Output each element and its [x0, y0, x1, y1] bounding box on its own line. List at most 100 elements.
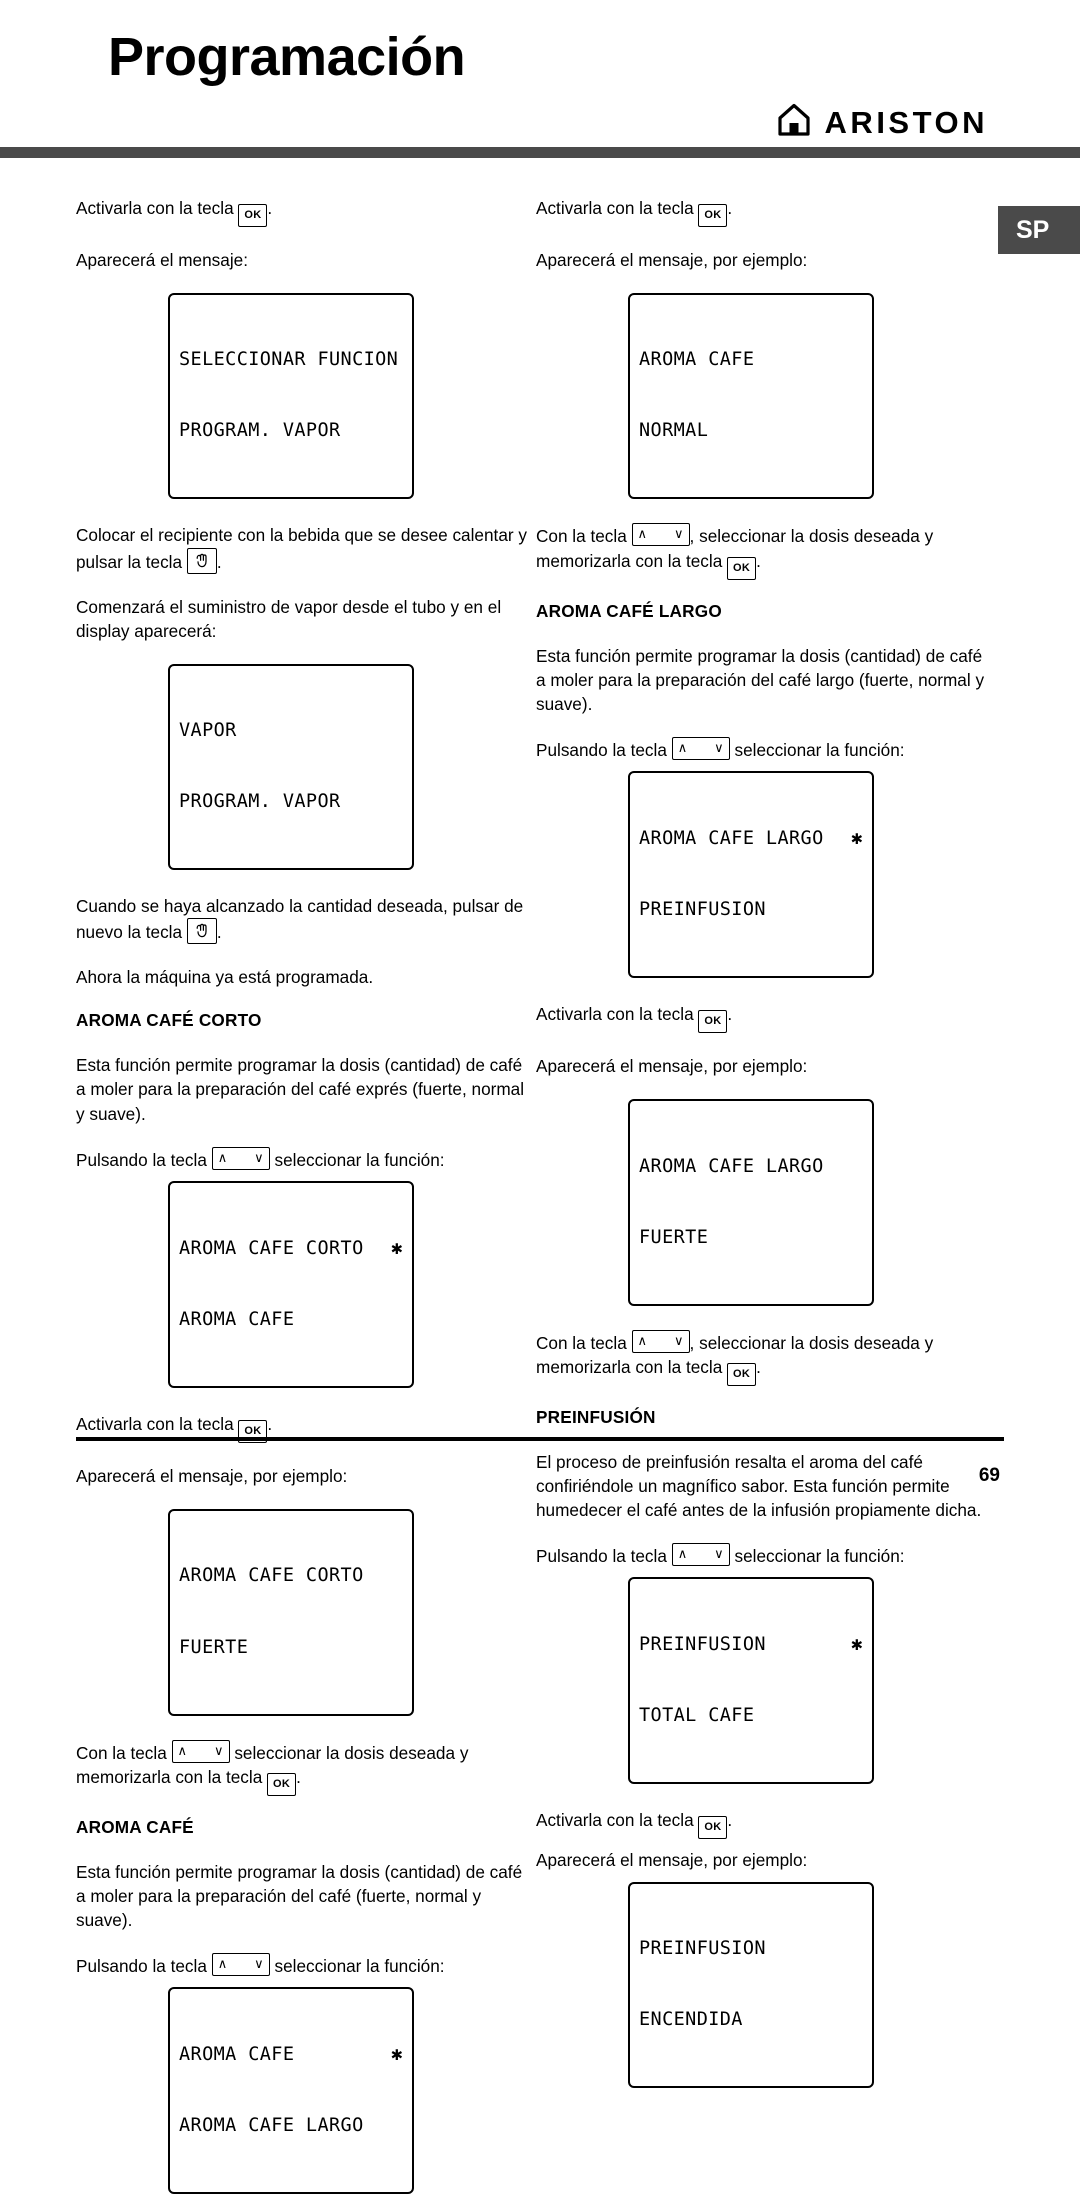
ok-key-label: OK	[704, 1015, 722, 1028]
period: .	[267, 1414, 273, 1435]
ok-key-icon[interactable]: OK	[727, 556, 757, 580]
chevron-down-icon: ∨	[254, 1955, 264, 1971]
period: .	[727, 198, 733, 218]
paragraph-maquina-programada: Ahora la máquina ya está programada.	[76, 967, 374, 988]
paragraph-activate-3: Activarla con la tecla OK.	[536, 196, 996, 227]
lcd-display-aroma-cafe-corto-select: AROMA CAFE CORTO ✱ AROMA CAFE	[168, 1180, 414, 1389]
lcd-line-1: AROMA CAFE CORTO	[179, 1565, 364, 1587]
period: .	[727, 1810, 733, 1831]
lcd-line-1: PREINFUSION	[639, 1634, 766, 1656]
paragraph-suministro-vapor: Comenzará el suministro de vapor desde e…	[76, 596, 502, 641]
chevron-up-icon: ∧	[217, 1149, 228, 1165]
paragraph-cantidad-deseada: Cuando se haya alcanzado la cantidad des…	[76, 894, 536, 945]
paragraph-message-5: Aparecerá el mensaje, por ejemplo:	[536, 1850, 808, 1871]
lcd-display-aroma-cafe-largo-fuerte: AROMA CAFE LARGO FUERTE	[628, 1099, 874, 1306]
paragraph-text: seleccionar la función:	[734, 739, 905, 760]
chevron-up-icon: ∧	[177, 1742, 188, 1758]
paragraph-con-la-tecla-3: Con la tecla ∧ ∨, seleccionar la dosis de…	[536, 1329, 996, 1386]
left-column: Activarla con la tecla OK. Aparecerá el …	[76, 196, 536, 2194]
lcd-line-1: PREINFUSION	[639, 1937, 766, 1959]
paragraph-text: Pulsando la tecla	[76, 1149, 207, 1170]
paragraph-text: Activarla con la tecla	[76, 1414, 234, 1435]
right-column: Activarla con la tecla OK. Aparecerá el …	[536, 196, 996, 2194]
lcd-line-2: PREINFUSION	[639, 899, 766, 921]
section-heading-preinfusion: PREINFUSIÓN	[536, 1406, 656, 1427]
lcd-line-1: AROMA CAFE	[639, 349, 755, 371]
chevron-up-icon: ∧	[637, 1332, 648, 1348]
chevron-down-icon: ∨	[674, 526, 684, 542]
lcd-display-aroma-cafe-corto-fuerte: AROMA CAFE CORTO FUERTE	[168, 1509, 414, 1716]
lcd-line-2: PROGRAM. VAPOR	[179, 420, 341, 442]
lcd-line-2: NORMAL	[639, 420, 709, 442]
ok-key-icon[interactable]: OK	[698, 1010, 728, 1034]
lcd-line-1: VAPOR	[179, 720, 237, 742]
paragraph-message-4: Aparecerá el mensaje, por ejemplo:	[536, 1056, 808, 1077]
header-divider	[0, 147, 1080, 158]
updown-key-icon[interactable]: ∧ ∨	[211, 1146, 270, 1170]
steam-key-icon[interactable]	[186, 547, 217, 574]
paragraph-pulsando-tecla-1: Pulsando la tecla ∧ ∨ seleccionar la func…	[76, 1146, 536, 1172]
chevron-down-icon: ∨	[714, 739, 724, 755]
brand-name: ARISTON	[824, 104, 988, 140]
lcd-line-2: FUERTE	[639, 1226, 709, 1248]
chevron-up-icon: ∧	[637, 526, 648, 542]
ok-key-icon[interactable]: OK	[238, 204, 268, 227]
ok-key-icon[interactable]: OK	[727, 1362, 757, 1386]
section-heading-aroma-cafe-largo: AROMA CAFÉ LARGO	[536, 600, 722, 621]
updown-key-icon[interactable]: ∧ ∨	[631, 523, 690, 547]
paragraph-text: Colocar el recipiente con la bebida que …	[76, 525, 527, 572]
updown-key-icon[interactable]: ∧ ∨	[671, 736, 730, 760]
paragraph-text: Con la tecla	[536, 1332, 627, 1353]
lcd-line-2: AROMA CAFE	[179, 1309, 295, 1331]
paragraph-message-2: Aparecerá el mensaje, por ejemplo:	[76, 1466, 348, 1487]
paragraph-text: seleccionar la función:	[734, 1545, 905, 1566]
lcd-star: ✱	[391, 2043, 403, 2066]
updown-key-icon[interactable]: ∧ ∨	[171, 1739, 230, 1763]
paragraph-text: seleccionar la función:	[274, 1955, 445, 1976]
period: .	[296, 1766, 301, 1787]
chevron-down-icon: ∨	[254, 1149, 264, 1165]
ok-key-icon[interactable]: OK	[698, 1816, 728, 1840]
lcd-display-preinfusion-select: PREINFUSION ✱ TOTAL CAFE	[628, 1577, 874, 1785]
lcd-display-aroma-cafe-largo-select: AROMA CAFE LARGO ✱ PREINFUSION	[628, 770, 874, 979]
ok-key-icon[interactable]: OK	[267, 1772, 297, 1796]
ok-key-label: OK	[244, 209, 262, 221]
ok-key-label: OK	[704, 209, 722, 221]
period: .	[216, 551, 222, 572]
updown-key-icon[interactable]: ∧ ∨	[211, 1952, 270, 1976]
paragraph-text: Cuando se haya alcanzado la cantidad des…	[76, 896, 524, 943]
paragraph-pulsando-tecla-3: Pulsando la tecla ∧ ∨ seleccionar la func…	[536, 736, 996, 762]
lcd-line-1: AROMA CAFE CORTO	[179, 1238, 364, 1260]
chevron-up-icon: ∧	[217, 1955, 228, 1971]
period: .	[727, 1004, 733, 1025]
section-heading-aroma-cafe-corto: AROMA CAFÉ CORTO	[76, 1010, 262, 1031]
paragraph-text: seleccionar la función:	[274, 1149, 445, 1170]
ok-key-label: OK	[273, 1777, 291, 1790]
paragraph-descripcion-cafe: Esta función permite programar la dosis …	[76, 1861, 523, 1930]
ok-key-label: OK	[733, 561, 751, 574]
chevron-up-icon: ∧	[677, 739, 688, 755]
page-header: Programación ARISTON	[0, 0, 1080, 170]
lcd-line-1: AROMA CAFE LARGO	[639, 1155, 824, 1177]
paragraph-activate-5: Activarla con la tecla OK.	[536, 1808, 996, 1840]
paragraph-con-la-tecla-2: Con la tecla ∧ ∨, seleccionar la dosis de…	[536, 523, 996, 580]
updown-key-icon[interactable]: ∧ ∨	[631, 1329, 690, 1353]
house-icon	[777, 103, 811, 142]
paragraph-text: Activarla con la tecla	[536, 1810, 694, 1831]
lcd-display-aroma-cafe-normal: AROMA CAFE NORMAL	[628, 293, 874, 500]
lcd-display-aroma-cafe-select: AROMA CAFE ✱ AROMA CAFE LARGO	[168, 1986, 414, 2194]
brand-logo: ARISTON	[777, 103, 988, 142]
lcd-display-preinfusion-encendida: PREINFUSION ENCENDIDA	[628, 1881, 874, 2088]
updown-key-icon[interactable]: ∧ ∨	[671, 1542, 730, 1566]
lcd-line-2: FUERTE	[179, 1636, 249, 1658]
paragraph-descripcion-preinfusion: El proceso de preinfusión resalta el aro…	[536, 1451, 982, 1520]
paragraph-activate-4: Activarla con la tecla OK.	[536, 1002, 996, 1034]
chevron-up-icon: ∧	[677, 1545, 688, 1561]
ok-key-icon[interactable]: OK	[698, 204, 728, 227]
paragraph-text: Pulsando la tecla	[536, 1545, 667, 1566]
paragraph-activate-1: Activarla con la tecla OK.	[76, 196, 536, 227]
steam-key-icon[interactable]	[186, 918, 217, 945]
lcd-star: ✱	[851, 1633, 863, 1656]
period: .	[756, 550, 761, 571]
lcd-line-1: AROMA CAFE LARGO	[639, 828, 824, 850]
